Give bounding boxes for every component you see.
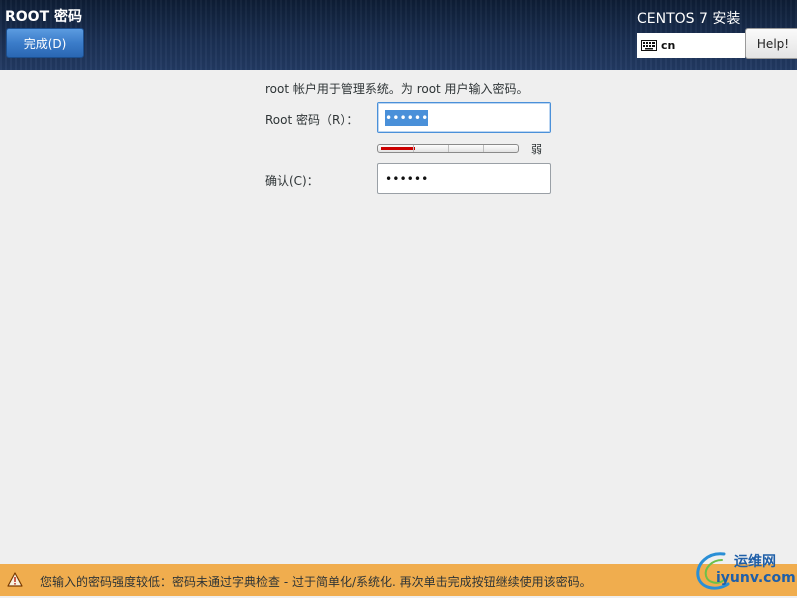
root-password-label: Root 密码（R）： [265,113,359,127]
confirm-password-field[interactable]: •••••• [377,163,551,194]
watermark-domain: iyunv.com [716,570,796,586]
done-button[interactable]: 完成(D) [6,28,84,58]
keyboard-layout-label: cn [661,39,676,52]
meter-segment [413,145,414,152]
page-title: ROOT 密码 [5,9,83,25]
product-title: CENTOS 7 安装 [637,11,741,27]
confirm-password-value: •••••• [385,171,429,186]
description-text: root 帐户用于管理系统。为 root 用户输入密码。 [265,82,529,96]
watermark-logo: 运维网 iyunv.com [694,548,796,594]
root-password-field[interactable]: •••••• [377,102,551,133]
keyboard-layout-indicator[interactable]: cn [637,33,745,58]
meter-segment [483,145,484,152]
strength-fill [381,147,415,150]
header-bar: ROOT 密码 完成(D) CENTOS 7 安装 cn Help! [0,0,797,70]
warning-bar: 您输入的密码强度较低：密码未通过字典检查 - 过于简单化/系统化. 再次单击完成… [0,564,797,596]
keyboard-icon [641,40,657,51]
password-strength-meter [377,144,519,153]
warning-message: 您输入的密码强度较低：密码未通过字典检查 - 过于简单化/系统化. 再次单击完成… [40,575,592,589]
help-button[interactable]: Help! [745,28,797,59]
confirm-password-label: 确认(C)： [265,174,319,188]
root-password-value: •••••• [385,109,429,126]
warning-icon [7,572,23,587]
meter-segment [448,145,449,152]
watermark-name: 运维网 [734,554,776,570]
strength-label: 弱 [531,143,542,156]
